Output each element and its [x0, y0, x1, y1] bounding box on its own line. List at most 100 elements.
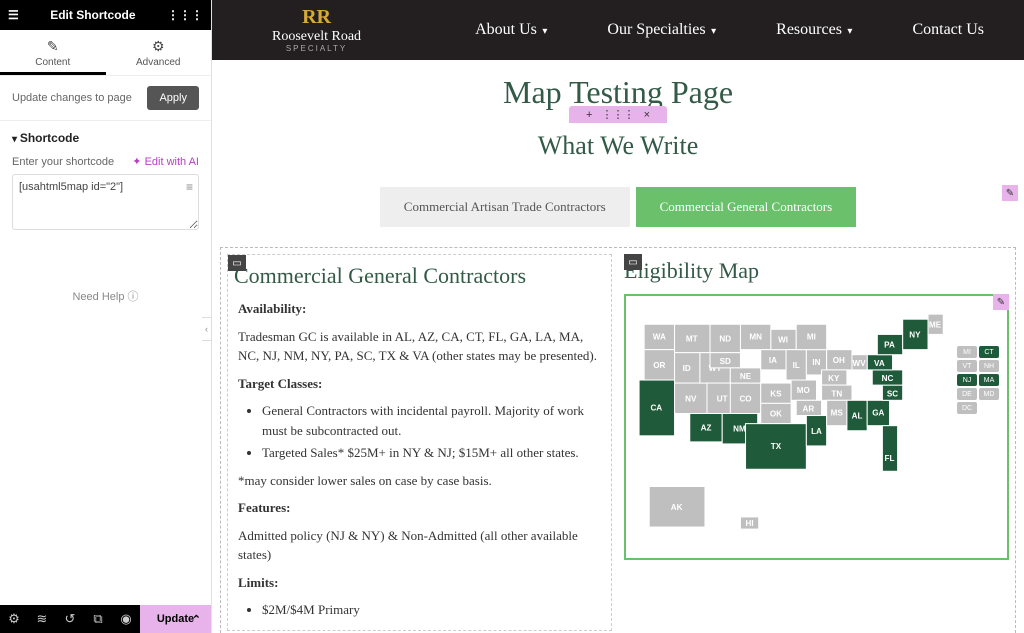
tab-general[interactable]: Commercial General Contractors	[636, 187, 857, 227]
svg-text:WI: WI	[778, 336, 788, 345]
eligibility-map[interactable]: ✎ WA OR CA MT ID NV AZ WY	[624, 294, 1009, 560]
state-chip-md[interactable]: MD	[979, 388, 999, 400]
edit-with-ai-link[interactable]: ✦ Edit with AI	[132, 155, 199, 168]
edit-widget-icon[interactable]: ✎	[993, 294, 1009, 310]
svg-text:AK: AK	[671, 503, 683, 512]
widget-handle-icon[interactable]: ▭	[228, 255, 246, 271]
gear-icon: ⚙	[106, 38, 212, 55]
edit-widget-icon[interactable]: ✎	[1002, 185, 1018, 201]
svg-text:IA: IA	[769, 356, 777, 365]
shortcode-field-label: Enter your shortcode	[12, 156, 114, 168]
target-heading: Target Classes:	[238, 376, 322, 391]
features-text: Admitted policy (NJ & NY) & Non-Admitted…	[238, 526, 601, 565]
preview-canvas: RR Roosevelt Road SPECIALTY About Us ▾ O…	[212, 0, 1024, 633]
section-edit-handle[interactable]: + ⋮⋮⋮ ×	[569, 106, 667, 123]
svg-text:WA: WA	[653, 332, 666, 341]
state-chip-de[interactable]: DE	[957, 388, 977, 400]
history-icon[interactable]: ↺	[56, 611, 84, 627]
chevron-up-icon[interactable]: ⌃	[192, 613, 201, 626]
availability-heading: Availability:	[238, 301, 306, 316]
chevron-down-icon: ▾	[709, 26, 717, 37]
limits-item: $2M/$4M Primary	[262, 600, 601, 620]
menu-icon[interactable]: ☰	[8, 8, 19, 22]
us-map-svg: WA OR CA MT ID NV AZ WY UT CO NM	[634, 304, 999, 547]
state-chip-nj[interactable]: NJ	[957, 374, 977, 386]
update-label: Update changes to page	[12, 92, 132, 104]
navigator-icon[interactable]: ≋	[28, 611, 56, 627]
preview-icon[interactable]: ◉	[112, 611, 140, 627]
close-icon[interactable]: ×	[644, 109, 650, 121]
svg-text:AZ: AZ	[701, 424, 712, 433]
widget-handle-icon[interactable]: ▭	[624, 254, 642, 270]
svg-text:CO: CO	[739, 394, 751, 403]
svg-text:AR: AR	[803, 404, 815, 413]
state-chip-mi[interactable]: MI	[957, 346, 977, 358]
east-coast-labels: MICTVTNHNJMADEMDDC	[957, 346, 999, 414]
grid-icon[interactable]: ⋮⋮⋮	[167, 8, 203, 22]
svg-text:OR: OR	[653, 361, 665, 370]
shortcode-input[interactable]	[12, 174, 199, 230]
tab-content[interactable]: ✎ Content	[0, 30, 106, 75]
svg-text:MI: MI	[807, 332, 816, 341]
need-help-link[interactable]: Need Help ⓘ	[0, 288, 211, 304]
svg-text:ME: ME	[929, 320, 942, 329]
state-chip-dc[interactable]: DC	[957, 402, 977, 414]
editor-title: Edit Shortcode	[50, 8, 135, 22]
svg-text:SC: SC	[887, 389, 898, 398]
features-heading: Features:	[238, 500, 290, 515]
svg-text:MN: MN	[749, 332, 762, 341]
nav-specialties[interactable]: Our Specialties ▾	[607, 21, 716, 39]
nav-contact[interactable]: Contact Us	[912, 21, 984, 39]
svg-text:OH: OH	[833, 356, 845, 365]
svg-text:LA: LA	[811, 427, 822, 436]
col1-title: Commercial General Contractors	[234, 263, 605, 289]
svg-text:IN: IN	[812, 358, 820, 367]
drag-icon[interactable]: ⋮⋮⋮	[602, 109, 635, 121]
main-nav: About Us ▾ Our Specialties ▾ Resources ▾…	[475, 21, 984, 39]
section-shortcode[interactable]: Shortcode	[0, 121, 211, 151]
svg-text:NC: NC	[882, 374, 894, 383]
update-button[interactable]: Update⌃	[140, 605, 211, 633]
right-column: ▭ Eligibility Map ✎ WA OR CA MT ID	[624, 254, 1009, 631]
target-item: General Contractors with incidental payr…	[262, 401, 601, 440]
content-tabs: Commercial Artisan Trade Contractors Com…	[220, 187, 1016, 227]
col2-title: Eligibility Map	[624, 258, 1009, 284]
section-heading: What We Write	[212, 117, 1024, 185]
settings-icon[interactable]: ⚙	[0, 611, 28, 627]
svg-text:NM: NM	[733, 425, 746, 434]
responsive-icon[interactable]: ⧉	[84, 611, 112, 627]
update-row: Update changes to page Apply	[0, 76, 211, 121]
svg-text:IL: IL	[793, 361, 800, 370]
editor-tabs: ✎ Content ⚙ Advanced	[0, 30, 211, 76]
svg-text:TX: TX	[771, 442, 782, 451]
svg-text:MS: MS	[831, 409, 844, 418]
apply-button[interactable]: Apply	[147, 86, 199, 110]
svg-text:MT: MT	[686, 335, 698, 344]
nav-resources[interactable]: Resources ▾	[776, 21, 852, 39]
editor-footer: ⚙ ≋ ↺ ⧉ ◉ Update⌃	[0, 605, 211, 633]
svg-text:CA: CA	[650, 403, 662, 412]
state-chip-nh[interactable]: NH	[979, 360, 999, 372]
add-section-icon[interactable]: +	[586, 109, 592, 121]
footnote: *may consider lower sales on case by cas…	[238, 471, 601, 491]
state-chip-vt[interactable]: VT	[957, 360, 977, 372]
svg-text:MO: MO	[797, 386, 810, 395]
tab-artisan[interactable]: Commercial Artisan Trade Contractors	[380, 187, 630, 227]
svg-text:KS: KS	[770, 389, 782, 398]
nav-about[interactable]: About Us ▾	[475, 21, 547, 39]
svg-text:ND: ND	[719, 335, 731, 344]
collapse-panel-icon[interactable]: ‹	[202, 317, 212, 341]
tab-advanced[interactable]: ⚙ Advanced	[106, 30, 212, 75]
limits-heading: Limits:	[238, 575, 278, 590]
svg-text:NE: NE	[740, 372, 752, 381]
state-chip-ma[interactable]: MA	[979, 374, 999, 386]
site-logo[interactable]: RR Roosevelt Road SPECIALTY	[272, 7, 361, 53]
state-chip-ct[interactable]: CT	[979, 346, 999, 358]
dynamic-tags-icon[interactable]: ≡	[186, 180, 193, 194]
target-item: Targeted Sales* $25M+ in NY & NJ; $15M+ …	[262, 443, 601, 463]
svg-text:SD: SD	[720, 357, 731, 366]
svg-text:VA: VA	[874, 359, 885, 368]
chevron-down-icon: ▾	[845, 26, 853, 37]
svg-text:GA: GA	[872, 409, 884, 418]
availability-text: Tradesman GC is available in AL, AZ, CA,…	[238, 327, 601, 366]
